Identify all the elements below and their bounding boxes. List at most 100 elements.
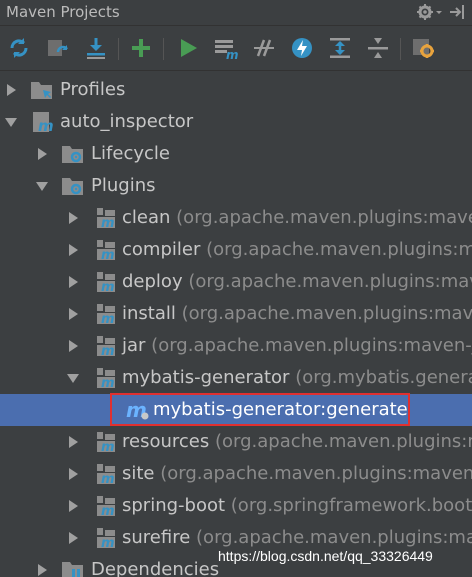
expand-arrow-icon[interactable] [66,211,80,225]
plugin-coordinates: (org.apache.maven.plugins:ma [214,431,472,452]
svg-text:m: m [101,376,115,389]
tree-node-plugin[interactable]: m jar (org.apache.maven.plugins:maven-ja… [0,330,472,362]
execute-goal-icon[interactable]: m [214,36,238,60]
expand-arrow-icon[interactable] [66,275,80,289]
header-tools [416,3,466,21]
plugin-name: resources [122,431,210,452]
plugin-name: jar [122,335,146,356]
reimport-all-icon[interactable] [7,36,31,60]
tree-label-lifecycle: Lifecycle [91,143,170,164]
svg-text:m: m [101,312,115,325]
plugin-name: install [122,303,176,324]
plugin-coordinates: (org.apache.maven.plugins:maven-jar [151,335,472,356]
collapse-all-icon[interactable] [366,36,390,60]
tree-node-profiles[interactable]: Profiles [0,74,472,106]
run-goal-icon[interactable] [176,36,200,60]
collapse-arrow-icon[interactable] [35,179,49,193]
maven-plugin-icon: m [97,496,115,517]
download-sources-icon[interactable] [84,36,108,60]
tree-label-plugin: resources (org.apache.maven.plugins:ma [122,426,472,458]
plugin-coordinates: (org.apache.maven.plugins:maven-si [160,463,472,484]
svg-text:m: m [38,117,54,133]
tree-label-plugin: install (org.apache.maven.plugins:mave [122,298,472,330]
expand-arrow-icon[interactable] [35,563,49,577]
tree-label-dependencies: Dependencies [91,559,220,577]
tree-label-project: auto_inspector [60,111,194,132]
expand-arrow-icon[interactable] [66,339,80,353]
svg-text:m: m [226,48,238,60]
tree-label-plugins: Plugins [91,175,156,196]
plugin-coordinates: (org.apache.maven.plugins:mav [206,239,472,260]
toolbar-separator [400,38,401,60]
tool-window-header: Maven Projects [0,0,472,26]
collapse-arrow-icon[interactable] [66,371,80,385]
tree-node-lifecycle[interactable]: Lifecycle [0,138,472,170]
maven-toolbar: m [0,26,472,71]
expand-arrow-icon[interactable] [66,467,80,481]
highlight-box [110,393,410,426]
tree-label-profiles: Profiles [60,79,126,100]
tree-label-plugin: mybatis-generator (org.mybatis.generat [122,362,472,394]
maven-settings-icon[interactable] [412,36,436,60]
svg-text:m: m [101,472,115,485]
maven-plugin-icon: m [97,208,115,229]
expand-arrow-icon[interactable] [66,531,80,545]
tree-node-plugin[interactable]: m compiler (org.apache.maven.plugins:mav [0,234,472,266]
plugin-coordinates: (org.springframework.boot: [230,495,472,516]
tree-label-plugin: site (org.apache.maven.plugins:maven-si [122,458,472,490]
generate-sources-icon[interactable] [46,36,70,60]
plugin-name: compiler [122,239,201,260]
collapse-arrow-icon[interactable] [4,115,18,129]
maven-plugin-icon: m [97,432,115,453]
plugin-coordinates: (org.apache.maven.plugins:mave [181,303,472,324]
tree-node-plugins[interactable]: Plugins [0,170,472,202]
tree-label-plugin: spring-boot (org.springframework.boot: [122,490,472,522]
expand-arrow-icon[interactable] [66,435,80,449]
tree-node-project[interactable]: m auto_inspector [0,106,472,138]
maven-plugin-icon: m [97,464,115,485]
maven-plugin-icon: m [97,272,115,293]
tree-node-plugin[interactable]: m install (org.apache.maven.plugins:mave [0,298,472,330]
expand-arrow-icon[interactable] [4,83,18,97]
toggle-offline-icon[interactable] [252,36,276,60]
gear-icon[interactable] [416,3,442,21]
tree-node-plugin[interactable]: m deploy (org.apache.maven.plugins:mave [0,266,472,298]
plugin-name: surefire [122,527,191,548]
svg-text:m: m [101,344,115,357]
tree-node-plugin[interactable]: m spring-boot (org.springframework.boot: [0,490,472,522]
folder-profiles-icon [31,82,52,99]
maven-project-tree: Profiles m auto_inspector Lifecycle Plug… [0,72,472,577]
folder-dependencies-icon [62,562,83,577]
tree-node-plugin[interactable]: m resources (org.apache.maven.plugins:ma [0,426,472,458]
watermark: https://blog.csdn.net/qq_33326449 [218,548,433,564]
tree-node-plugin[interactable]: m site (org.apache.maven.plugins:maven-s… [0,458,472,490]
svg-text:m: m [101,216,115,229]
expand-arrow-icon[interactable] [66,499,80,513]
plugin-name: spring-boot [122,495,226,516]
svg-text:m: m [101,280,115,293]
plugin-coordinates: (org.apache.maven.plugins:mave [188,271,472,292]
expand-arrow-icon[interactable] [66,243,80,257]
skip-tests-icon[interactable] [290,36,314,60]
tree-node-plugin[interactable]: m clean (org.apache.maven.plugins:maven-… [0,202,472,234]
plugin-name: clean [122,207,171,228]
toolbar-separator [118,38,119,60]
expand-arrow-icon[interactable] [66,307,80,321]
hide-panel-icon[interactable] [448,3,466,21]
tree-node-plugin[interactable]: m mybatis-generator (org.mybatis.generat [0,362,472,394]
tree-label-plugin: clean (org.apache.maven.plugins:maven-c [122,202,472,234]
tool-window-title: Maven Projects [6,3,120,21]
plugin-name: deploy [122,271,183,292]
svg-text:m: m [101,248,115,261]
add-project-icon[interactable] [129,36,153,60]
svg-text:m: m [101,536,115,549]
show-dependencies-icon[interactable] [328,36,352,60]
tree-label-plugin: jar (org.apache.maven.plugins:maven-jar [122,330,472,362]
plugin-coordinates: (org.mybatis.generat [295,367,472,388]
svg-text:m: m [101,504,115,517]
maven-plugin-icon: m [97,368,115,389]
expand-arrow-icon[interactable] [35,147,49,161]
maven-plugin-icon: m [97,304,115,325]
tree-label-plugin: compiler (org.apache.maven.plugins:mav [122,234,472,266]
maven-plugin-icon: m [97,528,115,549]
